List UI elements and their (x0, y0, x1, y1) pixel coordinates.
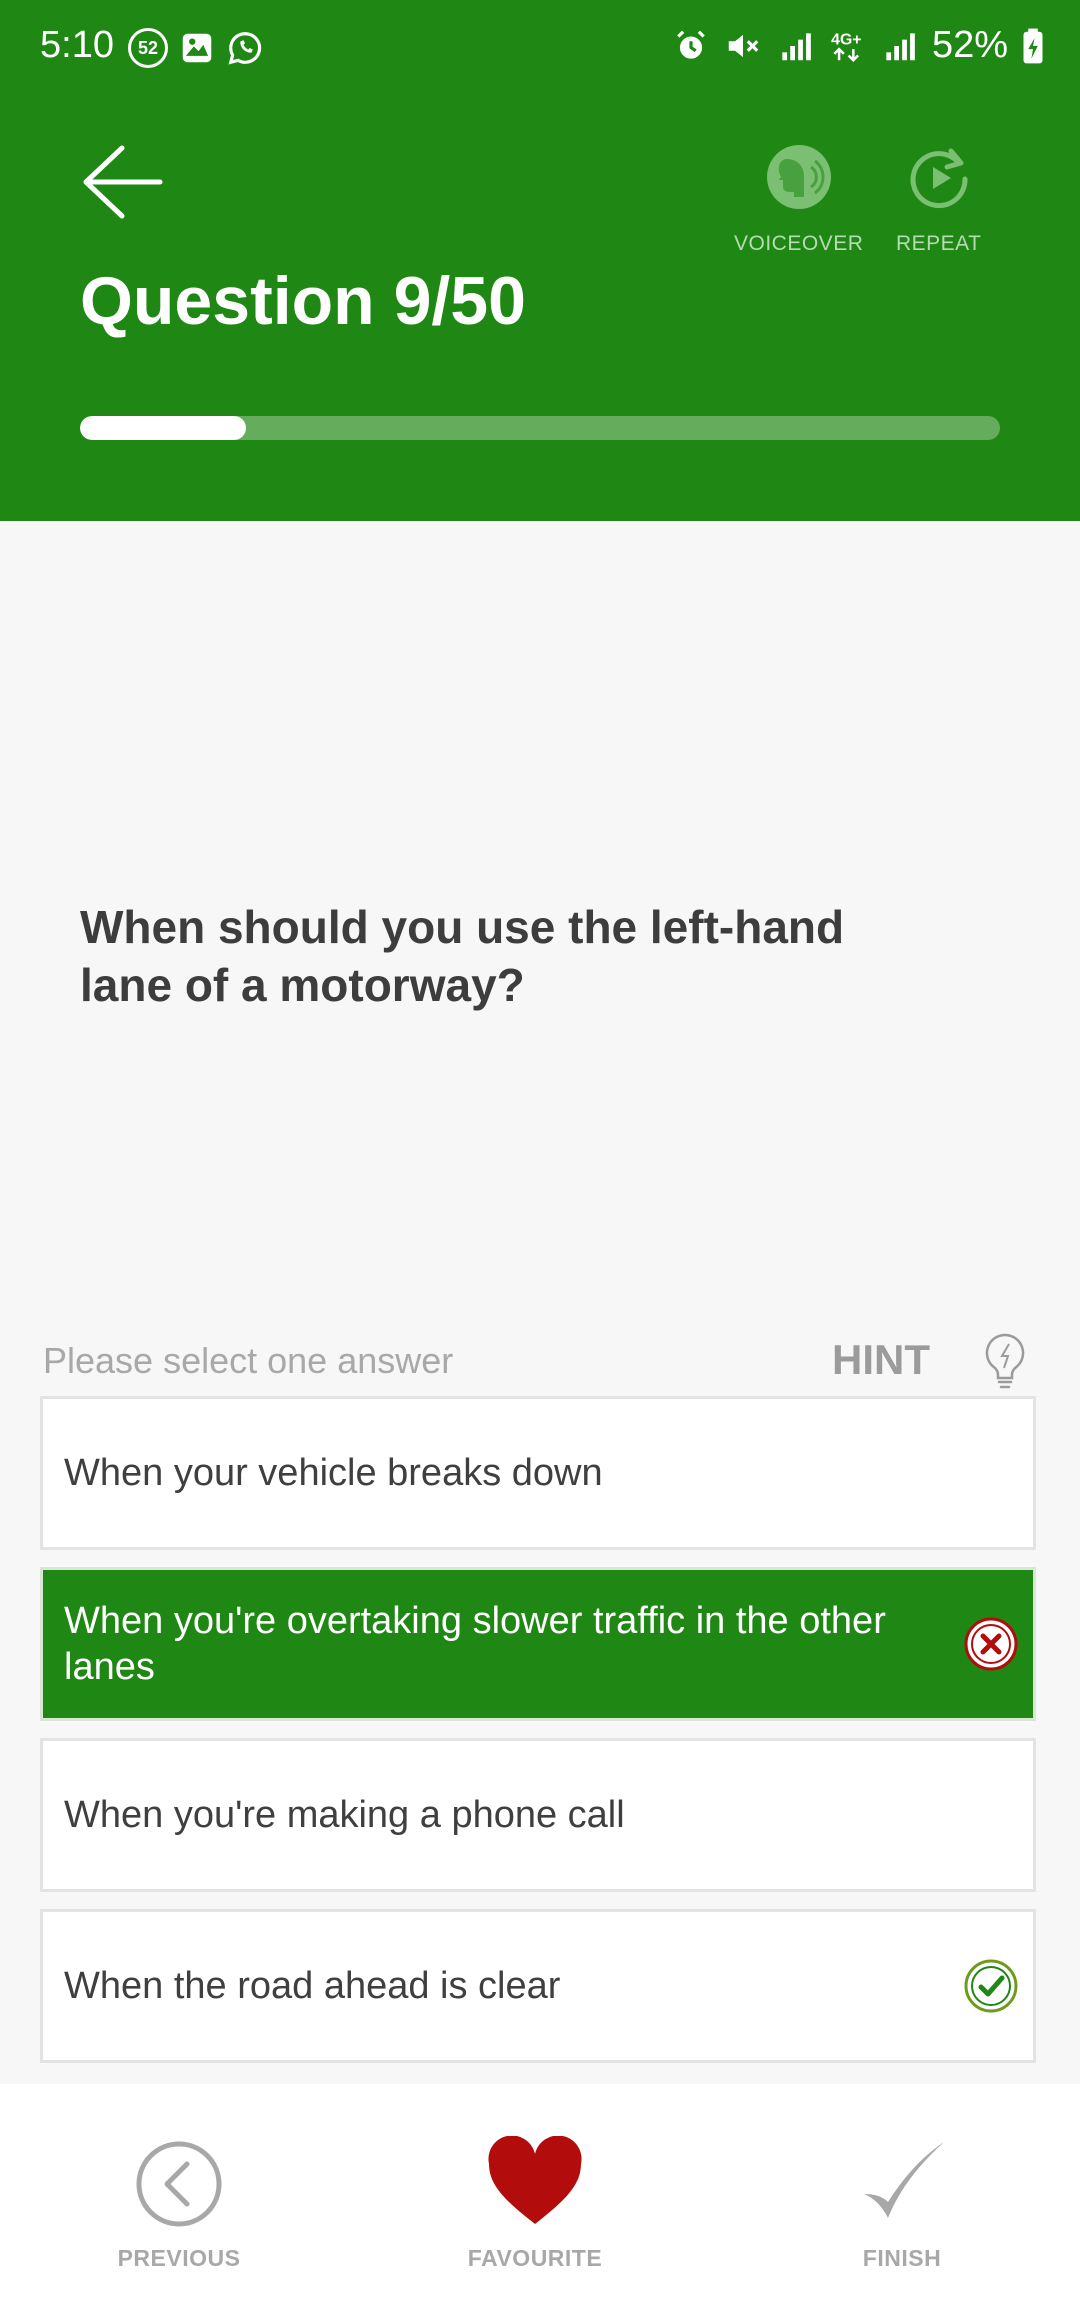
hint-button[interactable]: HINT (832, 1336, 930, 1384)
voiceover-icon (766, 145, 831, 209)
mute-icon (728, 34, 759, 57)
correct-answer-icon (964, 1959, 1018, 2013)
answer-text: When the road ahead is clear (64, 1965, 561, 2007)
answer-text: When your vehicle breaks down (64, 1452, 603, 1494)
gallery-icon (182, 33, 212, 63)
voiceover-button[interactable]: VOICEOVER (734, 145, 863, 256)
favourite-button[interactable]: FAVOURITE (462, 2135, 608, 2272)
battery-percent: 52% (931, 24, 1008, 66)
repeat-button[interactable]: REPEAT (896, 145, 981, 256)
finish-label: FINISH (862, 2245, 942, 2271)
svg-text:4G+: 4G+ (831, 31, 861, 48)
previous-label: PREVIOUS (117, 2245, 241, 2271)
repeat-icon (910, 148, 968, 209)
favourite-label: FAVOURITE (467, 2245, 603, 2271)
wrong-answer-icon (964, 1617, 1018, 1671)
finish-button[interactable]: FINISH (850, 2136, 954, 2272)
page-title: Question 9/50 (80, 263, 526, 339)
battery-charging-icon (1023, 28, 1043, 63)
signal-icon (782, 32, 811, 60)
question-text: When should you use the left-hand lane o… (80, 901, 845, 1011)
answer-text: When you're making a phone call (64, 1794, 625, 1836)
signal-icon (886, 32, 915, 60)
progress-bar (80, 416, 1000, 440)
previous-button[interactable]: PREVIOUS (114, 2136, 244, 2272)
back-arrow-icon[interactable] (78, 140, 164, 224)
4g-icon: 4G+ (831, 31, 861, 62)
status-bar: 5:10 52 4G+ 52% (0, 0, 1080, 96)
answer-option[interactable]: When your vehicle breaks down (40, 1396, 1036, 1550)
header: 5:10 52 4G+ 52% VOICEOVER REPEAT Questio… (0, 0, 1080, 521)
notification-count-icon: 52 (128, 28, 168, 68)
answer-option[interactable]: When the road ahead is clear (40, 1909, 1036, 2063)
checkmark-icon (864, 2142, 944, 2218)
answer-instruction: Please select one answer (43, 1340, 454, 1381)
status-time: 5:10 (40, 24, 114, 66)
progress-fill (80, 416, 246, 440)
answer-option-selected[interactable]: When you're overtaking slower traffic in… (40, 1567, 1036, 1721)
whatsapp-icon (228, 32, 262, 65)
heart-icon (488, 2135, 582, 2224)
repeat-label: REPEAT (896, 232, 982, 255)
bottom-navigation: PREVIOUS FAVOURITE FINISH (0, 2084, 1080, 2316)
lightbulb-icon[interactable] (982, 1332, 1028, 1390)
chevron-left-icon (136, 2141, 222, 2227)
answer-text: When you're overtaking slower traffic in… (64, 1600, 886, 1688)
voiceover-label: VOICEOVER (734, 232, 864, 255)
answer-option[interactable]: When you're making a phone call (40, 1738, 1036, 1892)
alarm-icon (677, 30, 705, 59)
